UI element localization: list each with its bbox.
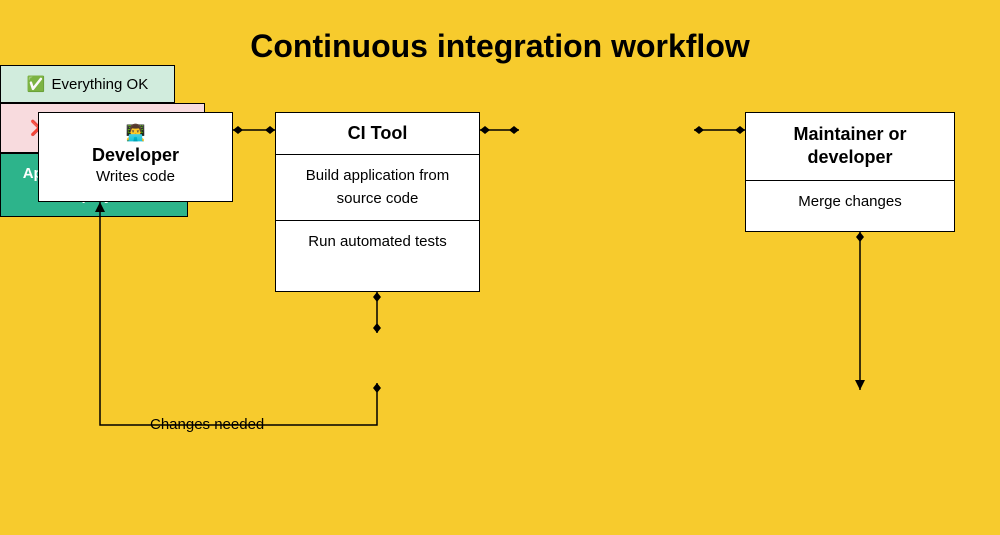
connectors: [0, 0, 1000, 535]
